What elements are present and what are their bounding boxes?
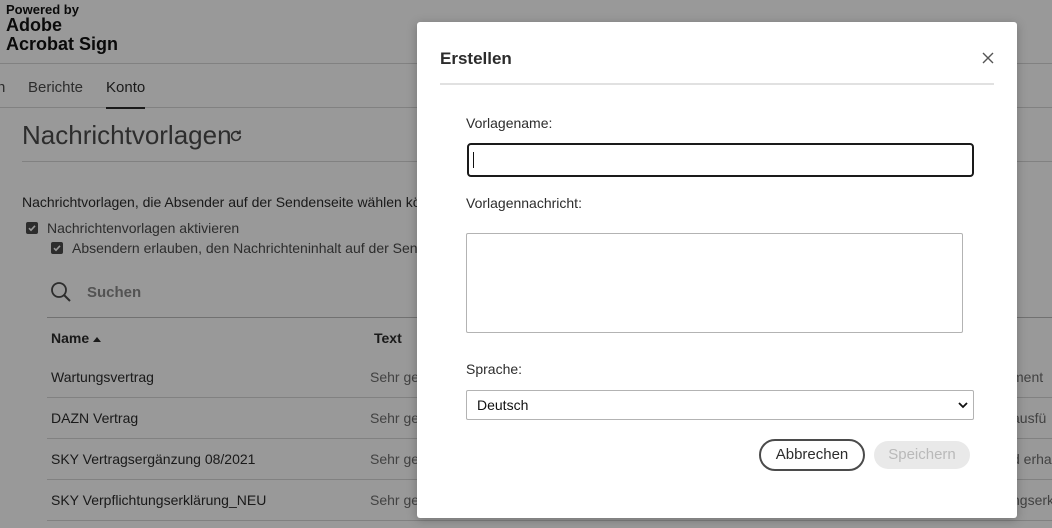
cancel-button[interactable]: Abbrechen bbox=[759, 439, 865, 471]
language-selected-value: Deutsch bbox=[477, 397, 529, 413]
text-cursor bbox=[473, 152, 474, 168]
language-label: Sprache: bbox=[466, 361, 523, 377]
dialog-title: Erstellen bbox=[440, 49, 512, 68]
language-select[interactable]: Deutsch bbox=[466, 390, 974, 420]
chevron-down-icon bbox=[958, 402, 968, 409]
template-name-input[interactable] bbox=[467, 143, 974, 177]
save-button[interactable]: Speichern bbox=[874, 441, 970, 469]
dialog-divider bbox=[440, 83, 994, 85]
template-message-textarea[interactable] bbox=[466, 233, 963, 333]
template-message-label: Vorlagennachricht: bbox=[466, 195, 582, 211]
template-name-label: Vorlagename: bbox=[466, 115, 553, 131]
create-template-dialog: Erstellen Vorlagename: Vorlagennachricht… bbox=[417, 22, 1017, 518]
close-icon[interactable] bbox=[981, 51, 995, 65]
